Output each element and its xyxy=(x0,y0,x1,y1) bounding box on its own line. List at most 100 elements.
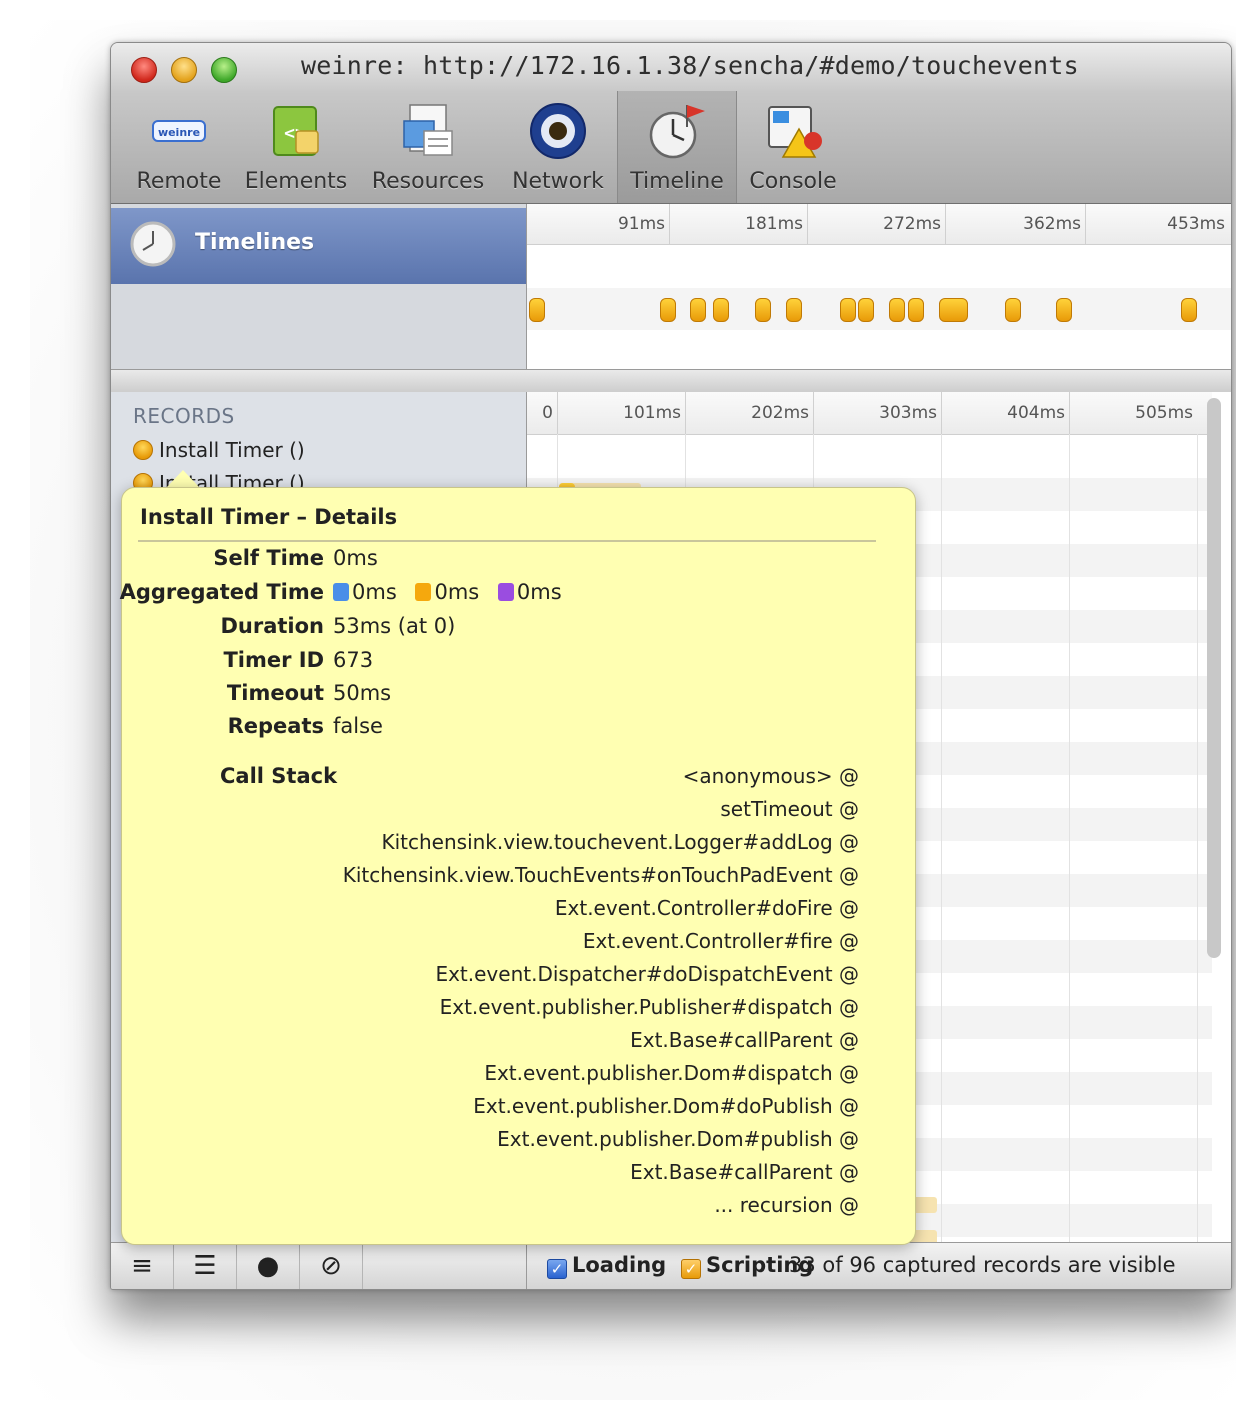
panel-splitter[interactable] xyxy=(111,369,1231,393)
tab-resources[interactable]: Resources xyxy=(363,91,493,203)
call-stack-frame[interactable]: Ext.event.Controller#fire @ xyxy=(583,929,859,953)
overview-event-mark xyxy=(1056,298,1073,322)
timer-record-icon xyxy=(133,440,153,460)
panel-toolbar: weinre Remote <> Elements Resources Netw… xyxy=(111,91,1231,204)
grid-line xyxy=(1197,434,1198,1242)
overview-tick: 272ms xyxy=(807,204,946,244)
tab-remote-label: Remote xyxy=(136,169,222,194)
popover-divider xyxy=(138,540,876,542)
timelines-sidebar: Timelines xyxy=(111,204,527,369)
call-stack-frame[interactable]: Kitchensink.view.TouchEvents#onTouchPadE… xyxy=(343,863,859,887)
overview-event-mark xyxy=(908,298,925,322)
overview-event-mark xyxy=(713,298,730,322)
call-stack-frame[interactable]: Ext.event.Controller#doFire @ xyxy=(555,896,859,920)
detail-timer-id: Timer ID 673 xyxy=(122,648,915,678)
overview-tick: 362ms xyxy=(945,204,1086,244)
overview-event-mark xyxy=(839,298,856,322)
console-toggle-button[interactable]: ≡ xyxy=(111,1243,174,1289)
resources-icon xyxy=(403,104,453,156)
tab-console-label: Console xyxy=(749,169,837,194)
timeline-overview[interactable]: 91ms 181ms 272ms 362ms 453ms xyxy=(527,204,1231,369)
records-tick: 202ms xyxy=(685,392,814,434)
call-stack-frame[interactable]: Ext.event.publisher.Dom#publish @ xyxy=(497,1127,859,1151)
records-scrollbar[interactable] xyxy=(1207,398,1221,958)
detail-value: 0ms 0ms 0ms xyxy=(333,580,574,604)
detail-key: Repeats xyxy=(227,714,324,738)
overview-ruler: 91ms 181ms 272ms 362ms 453ms xyxy=(527,204,1231,245)
loading-swatch xyxy=(333,583,349,601)
sidebar-item-timelines[interactable]: Timelines xyxy=(111,208,526,284)
network-icon xyxy=(530,103,586,159)
zoom-window-button[interactable] xyxy=(211,57,237,83)
close-window-button[interactable] xyxy=(131,57,157,83)
overview-event-mark xyxy=(660,298,677,322)
detail-timeout: Timeout 50ms xyxy=(122,681,915,711)
overview-tick: 181ms xyxy=(669,204,808,244)
detail-value: false xyxy=(333,714,383,738)
weinre-logo-icon: weinre xyxy=(152,120,206,142)
grid-line xyxy=(941,434,942,1242)
tab-network[interactable]: Network xyxy=(503,91,613,203)
tab-resources-label: Resources xyxy=(371,169,485,194)
record-button[interactable]: ● xyxy=(237,1243,300,1289)
call-stack-frame[interactable]: <anonymous> @ xyxy=(683,764,859,788)
overview-event-row xyxy=(527,288,1231,330)
detail-value: 50ms xyxy=(333,681,392,705)
clear-icon: ⊘ xyxy=(320,1251,342,1281)
call-stack-frame[interactable]: Kitchensink.view.touchevent.Logger#addLo… xyxy=(381,830,859,854)
title-bar: weinre: http://172.16.1.38/sencha/#demo/… xyxy=(111,43,1231,91)
records-tick: 101ms xyxy=(557,392,686,434)
tab-remote[interactable]: weinre Remote xyxy=(129,91,229,203)
overview-event-mark xyxy=(889,298,906,322)
call-stack-frame[interactable]: Ext.event.publisher.Dom#dispatch @ xyxy=(484,1061,859,1085)
record-item[interactable]: Install Timer () xyxy=(133,438,305,462)
tab-console[interactable]: Console xyxy=(741,91,845,203)
call-stack-frame[interactable]: Ext.Base#callParent @ xyxy=(630,1160,859,1184)
tab-timeline-label: Timeline xyxy=(630,169,724,194)
svg-text:weinre: weinre xyxy=(158,126,200,139)
popover-title: Install Timer – Details xyxy=(140,505,398,529)
overview-tick: 91ms xyxy=(527,204,670,244)
clear-button[interactable]: ⊘ xyxy=(300,1243,363,1289)
minimize-window-button[interactable] xyxy=(171,57,197,83)
records-tick: 0 xyxy=(527,392,558,434)
clock-icon xyxy=(130,221,176,267)
filter-loading[interactable]: ✓ Loading xyxy=(547,1253,666,1279)
checkbox-checked-icon: ✓ xyxy=(547,1259,567,1279)
tab-elements[interactable]: <> Elements xyxy=(237,91,355,203)
timeline-icon xyxy=(649,105,705,159)
call-stack-frame[interactable]: Ext.Base#callParent @ xyxy=(630,1028,859,1052)
call-stack-frame[interactable]: setTimeout @ xyxy=(720,797,859,821)
detail-value: 0ms xyxy=(333,546,378,570)
overview-toggle-button[interactable]: ☰ xyxy=(174,1243,237,1289)
records-tick: 303ms xyxy=(813,392,942,434)
overview-event-mark xyxy=(689,298,706,322)
elements-icon: <> xyxy=(273,106,319,156)
call-stack-frame[interactable]: Ext.event.publisher.Publisher#dispatch @ xyxy=(440,995,859,1019)
tab-timeline[interactable]: Timeline xyxy=(617,91,737,203)
overview-event-mark xyxy=(755,298,772,322)
overview-event-mark xyxy=(858,298,875,322)
records-heading: RECORDS xyxy=(133,404,235,428)
aggregated-value: 0ms xyxy=(434,580,480,604)
tab-elements-label: Elements xyxy=(244,169,348,194)
detail-aggregated-time: Aggregated Time 0ms 0ms 0ms xyxy=(120,580,915,610)
record-label: Install Timer () xyxy=(159,438,305,462)
detail-repeats: Repeats false xyxy=(122,714,915,744)
overview-event-mark xyxy=(786,298,803,322)
call-stack-frame[interactable]: Ext.event.Dispatcher#doDispatchEvent @ xyxy=(435,962,859,986)
rendering-swatch xyxy=(497,583,514,601)
call-stack-frame[interactable]: ... recursion @ xyxy=(714,1193,859,1217)
call-stack-frame[interactable]: Ext.event.publisher.Dom#doPublish @ xyxy=(473,1094,859,1118)
scripting-swatch xyxy=(415,583,432,601)
console-prompt-icon: ≡ xyxy=(131,1251,153,1281)
detail-value: 673 xyxy=(333,648,374,672)
sidebar-item-label: Timelines xyxy=(195,230,315,255)
details-popover: Install Timer – Details Self Time 0ms Ag… xyxy=(120,487,916,1245)
detail-duration: Duration 53ms (at 0) xyxy=(122,614,915,644)
overview-tick: 453ms xyxy=(1167,214,1225,234)
status-divider xyxy=(526,1243,527,1289)
detail-value: 53ms (at 0) xyxy=(333,614,456,638)
popover-arrow xyxy=(166,470,200,488)
records-tick: 404ms xyxy=(941,392,1070,434)
